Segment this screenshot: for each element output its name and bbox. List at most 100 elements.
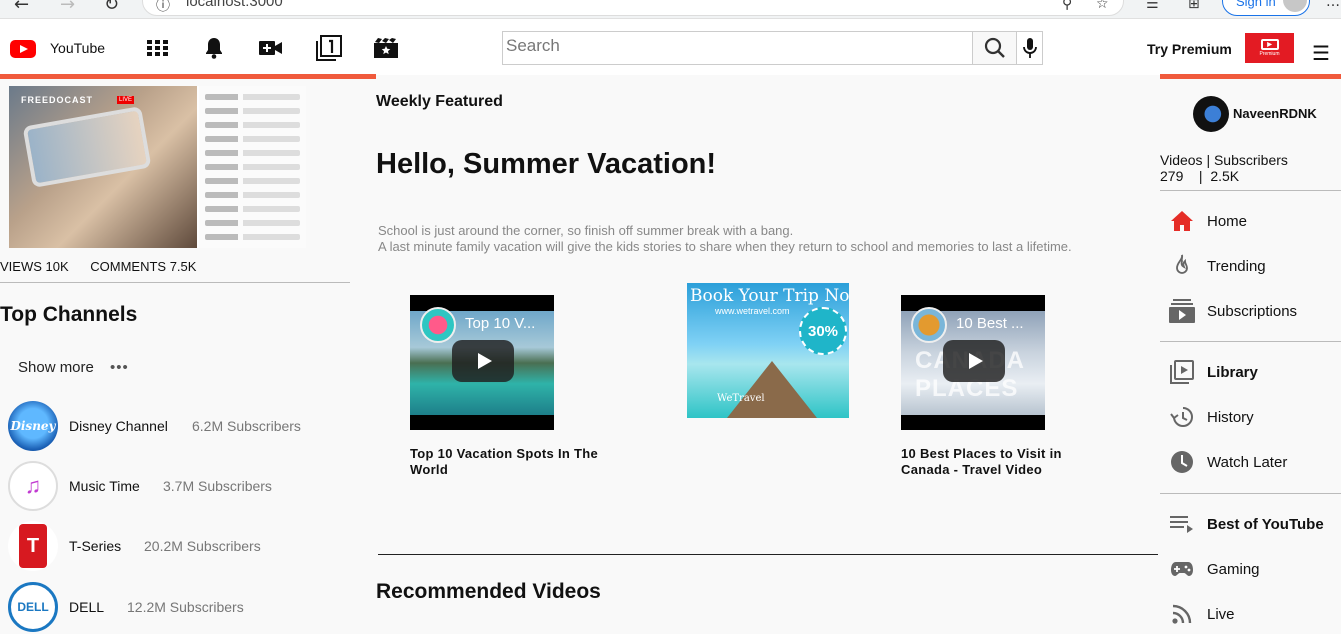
video-thumbnail[interactable]: CANADAPLACES 10 Best ... (901, 295, 1045, 430)
discount-value: 30% (807, 322, 839, 340)
channel-item-music-time[interactable]: ♫ Music Time 3.7M Subscribers (8, 461, 348, 513)
youtube-logo-icon: ▶ (1260, 39, 1279, 50)
channel-name[interactable]: DELL (69, 599, 104, 615)
search-button[interactable] (972, 31, 1017, 65)
video-title[interactable]: 10 Best Places to Visit in Canada - Trav… (901, 446, 1101, 478)
search-input[interactable]: Search (502, 31, 973, 65)
divider (0, 282, 350, 283)
sidebar-item-trending[interactable]: Trending (1168, 252, 1341, 282)
sidebar-item-home[interactable]: Home (1168, 207, 1341, 237)
history-icon (1168, 403, 1196, 431)
app-header: YouTube Search Try Premium ▶ Premium ☰ (0, 19, 1341, 75)
forward-icon[interactable]: → (60, 0, 75, 15)
top-channels-heading: Top Channels (0, 303, 138, 326)
video-title[interactable]: Top 10 Vacation Spots In The World (410, 446, 620, 478)
sidebar-item-label: Gaming (1207, 561, 1260, 578)
collections-icon[interactable]: ⊞ (1188, 0, 1200, 12)
channel-logo-text: T (26, 534, 40, 557)
ad-title: Book Your Trip Now! (690, 286, 849, 306)
youtube-logo-icon[interactable] (10, 40, 36, 58)
sidebar-item-label: Watch Later (1207, 454, 1288, 471)
subscriptions-icon (1168, 297, 1196, 325)
info-icon[interactable]: ⓘ (156, 0, 170, 15)
add-favorite-icon[interactable]: ☆ (1096, 0, 1109, 12)
page-title: Hello, Summer Vacation! (376, 148, 717, 180)
discount-badge: 30% (799, 307, 847, 355)
sidebar-item-live[interactable]: Live (1168, 600, 1341, 630)
video-thumbnail[interactable]: Top 10 V... (410, 295, 554, 430)
sidebar-item-gaming[interactable]: Gaming (1168, 555, 1341, 585)
video-title-line-1: 10 Best Places to Visit in (901, 446, 1062, 461)
channel-name[interactable]: T-Series (69, 538, 121, 554)
home-icon (1168, 207, 1196, 235)
play-icon[interactable] (943, 340, 1005, 382)
music-time-logo-icon: ♫ (8, 461, 58, 511)
channel-item-t-series[interactable]: T T-Series 20.2M Subscribers (8, 521, 348, 573)
avatar[interactable] (1193, 96, 1229, 132)
video-thumb-title: Top 10 V... (465, 315, 536, 332)
more-dots-icon[interactable]: ••• (110, 359, 129, 376)
video-title-line-2: Canada - Travel Video (901, 462, 1043, 477)
description-line-2: A last minute family vacation will give … (378, 239, 1072, 254)
browser-menu-icon[interactable]: … (1326, 0, 1340, 10)
address-bar[interactable] (142, 0, 1124, 16)
featured-video-thumbnail[interactable]: FREEDOCAST LIVE (9, 86, 306, 248)
back-icon[interactable]: ← (14, 0, 29, 15)
featured-video-image: FREEDOCAST LIVE (9, 86, 197, 248)
channel-item-dell[interactable]: DELL DELL 12.2M Subscribers (8, 582, 348, 634)
try-premium-link[interactable]: Try Premium (1147, 41, 1232, 57)
app-name[interactable]: YouTube (50, 40, 105, 56)
create-video-icon[interactable] (258, 36, 284, 60)
sidebar-item-label: Live (1207, 606, 1235, 623)
live-icon (1168, 600, 1196, 628)
accent-bar-right (1160, 74, 1341, 79)
channel-name[interactable]: Disney Channel (69, 418, 168, 434)
video-title-line-2: World (410, 462, 449, 477)
dock-image (727, 361, 817, 418)
featured-stats: VIEWS 10K COMMENTS 7.5K (0, 259, 214, 274)
channel-name[interactable]: Music Time (69, 478, 140, 494)
sidebar-item-subscriptions[interactable]: Subscriptions (1168, 297, 1341, 327)
ad-subtitle: www.wetravel.com (715, 306, 790, 316)
library-icon (1168, 358, 1196, 386)
voice-search-button[interactable] (1016, 31, 1043, 65)
show-more-button[interactable]: Show more (18, 359, 94, 376)
description-line-1: School is just around the corner, so fin… (378, 223, 794, 238)
reload-icon[interactable]: ↻ (104, 0, 119, 15)
play-icon[interactable] (452, 340, 514, 382)
channel-item-disney[interactable]: Disney Disney Channel 6.2M Subscribers (8, 401, 348, 453)
mic-icon (1022, 38, 1037, 58)
zoom-icon[interactable]: ⚲ (1062, 0, 1072, 12)
playlist-icon (1168, 510, 1196, 538)
clock-icon (1168, 448, 1196, 476)
views-count: VIEWS 10K (0, 259, 69, 274)
video-title-line-1: Top 10 Vacation Spots In The (410, 446, 599, 461)
apps-grid-icon[interactable] (145, 36, 171, 60)
divider (1160, 341, 1341, 342)
sidebar-item-history[interactable]: History (1168, 403, 1341, 433)
sidebar-item-library[interactable]: Library (1168, 358, 1341, 388)
premium-badge[interactable]: ▶ Premium (1245, 33, 1294, 63)
sidebar-item-watch-later[interactable]: Watch Later (1168, 448, 1341, 478)
filter-one-icon[interactable] (316, 35, 342, 61)
hamburger-menu-icon[interactable]: ☰ (1312, 41, 1330, 66)
ad-brand: WeTravel (717, 393, 765, 404)
signin-label: Sign in (1236, 0, 1276, 9)
premium-badge-text: Premium (1259, 51, 1280, 57)
travel-ad-banner[interactable]: Book Your Trip Now! www.wetravel.com 30%… (687, 283, 849, 418)
divider (1160, 190, 1341, 191)
live-badge: LIVE (117, 96, 135, 104)
favorites-icon[interactable]: ☰ (1146, 0, 1159, 12)
sidebar-item-best-of-youtube[interactable]: Best of YouTube (1168, 510, 1341, 540)
address-text[interactable]: localhost:3000 (186, 0, 283, 10)
bell-icon[interactable] (201, 36, 227, 60)
username[interactable]: NaveenRDNK (1233, 106, 1317, 121)
phone-image (22, 106, 152, 188)
sidebar-item-label: History (1207, 409, 1254, 426)
sidebar-item-label: Subscriptions (1207, 303, 1298, 320)
movies-icon[interactable] (373, 36, 399, 60)
channel-subscribers: 20.2M Subscribers (144, 538, 261, 554)
video-thumb-title: 10 Best ... (956, 315, 1024, 332)
channel-logo-text: DELL (17, 600, 49, 614)
accent-bar-left (0, 74, 376, 79)
